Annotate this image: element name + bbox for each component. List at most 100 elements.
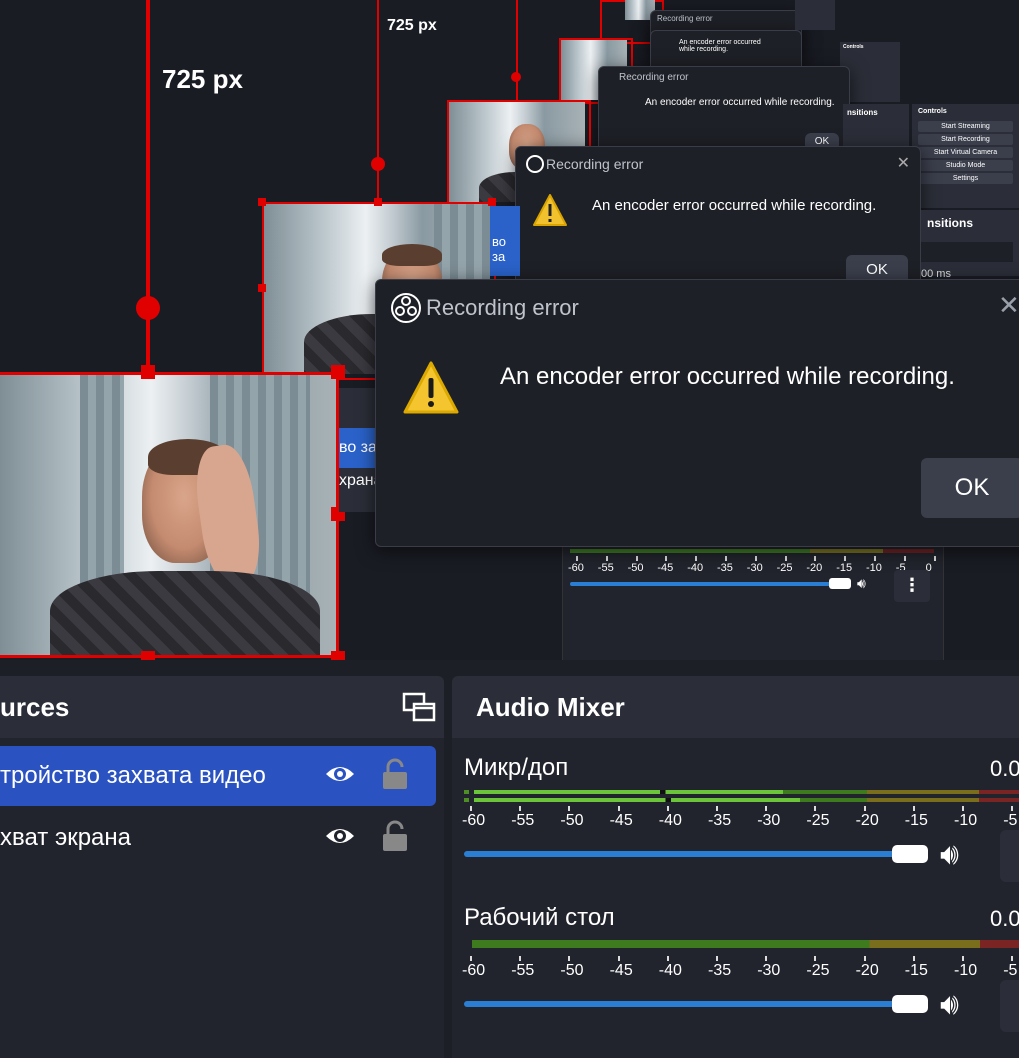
meter-tick-label: -50	[560, 962, 584, 979]
preview-canvas[interactable]: Recording error An encoder error occurre…	[0, 0, 1019, 660]
mini-controls-heading: Controls	[918, 108, 947, 115]
meter-tick-mark	[665, 556, 668, 561]
nested-dialog-3: Recording error An encoder error occurre…	[598, 66, 850, 156]
channel-level-mic: 0.0	[990, 756, 1019, 781]
nested-dialog-message: An encoder error occurred while recordin…	[645, 97, 835, 108]
meter-tick-mark	[470, 956, 472, 961]
speaker-icon[interactable]: 🔊︎	[940, 988, 959, 1022]
nested-source-strip: во за	[490, 206, 520, 276]
meter-tick-label: -55	[511, 962, 535, 979]
meter-mic-bottom	[464, 798, 1019, 802]
channel-name-mic: Микр/доп	[464, 754, 569, 781]
nested-dialog-title: Recording error	[546, 156, 644, 172]
meter-tick-mark	[617, 806, 620, 811]
meter-tick-label: -35	[708, 812, 732, 829]
meter-tick-mark	[1011, 806, 1014, 811]
nested-dialog-title: Recording error	[657, 14, 713, 23]
eye-icon[interactable]	[324, 824, 356, 848]
close-icon[interactable]: ✕	[998, 290, 1019, 321]
resize-handle-bottom[interactable]	[141, 651, 155, 660]
meter-tick-label: -15	[904, 962, 928, 979]
nested-source-item: храна	[339, 472, 379, 489]
mini-start-recording: Start Recording	[918, 134, 1013, 145]
rotation-handle-3	[511, 72, 521, 82]
meter-tick-label: -10	[954, 812, 978, 829]
source-item-screen-capture[interactable]: хват экрана	[0, 808, 436, 866]
camera-feed	[0, 375, 336, 655]
meter-mic-top	[464, 790, 1019, 794]
volume-slider-mic[interactable]	[464, 851, 904, 857]
mini-controls-heading: Controls	[843, 44, 864, 50]
close-icon: ✕	[896, 155, 910, 172]
audio-mixer-dock: Audio Mixer Микр/доп 0.0 -60 -55 -50 -45 -40…	[452, 676, 1019, 1058]
meter-tick-label: -20	[806, 562, 823, 574]
sources-dock: urces тройство захвата видео хват экрана	[0, 676, 444, 1058]
meter-tick-label: -10	[954, 962, 978, 979]
meter-tick-mark	[725, 556, 727, 561]
meter-tick-label: -15	[836, 562, 853, 574]
volume-knob-mic[interactable]	[892, 845, 928, 863]
resize-handle-top[interactable]	[141, 365, 155, 379]
eye-icon[interactable]	[324, 762, 356, 786]
meter-tick-label: -60	[462, 962, 486, 979]
sources-title: urces	[0, 692, 70, 722]
meter-tick-label: -10	[866, 562, 882, 574]
meter-tick-label: -60	[462, 812, 486, 829]
source-item-video-capture[interactable]: тройство захвата видео	[0, 746, 436, 806]
nested-dialog-2: Recording error ✕ An encoder error occur…	[515, 146, 921, 286]
lock-icon[interactable]	[382, 758, 408, 790]
mini-studio-mode: Studio Mode	[918, 160, 1013, 171]
channel-name-desktop: Рабочий стол	[464, 904, 615, 931]
volume-knob-desktop[interactable]	[892, 995, 928, 1013]
ok-button[interactable]: OK	[921, 458, 1019, 518]
meter-tick-mark	[695, 556, 698, 561]
meter-tick-mark	[617, 956, 620, 961]
rotation-handle-main	[136, 296, 160, 320]
meter-tick-label: -55	[597, 562, 614, 574]
meter-tick-mark	[765, 956, 768, 961]
meter-tick-label: -30	[757, 812, 781, 829]
audio-mixer-title: Audio Mixer	[476, 692, 625, 722]
meter-tick-mark	[903, 556, 906, 561]
meter-tick-label: -45	[657, 562, 674, 574]
meter-tick-label: -40	[687, 562, 704, 574]
nested-volume-slider	[570, 582, 834, 586]
meter-tick-mark	[962, 806, 964, 811]
meter-tick-label: -25	[806, 962, 830, 979]
meter-tick-label: -50	[627, 562, 644, 574]
mini-settings: Settings	[918, 173, 1013, 184]
meter-tick-mark	[716, 956, 718, 961]
rotation-handle-2	[371, 157, 385, 171]
meter-tick-label: -60	[568, 562, 584, 574]
meter-ticks-mic: -60 -55 -50 -45 -40 -35 -30 -25 -20 -15 -10 -5	[462, 806, 1019, 834]
meter-tick-mark	[635, 556, 638, 561]
meter-tick-label: -30	[757, 962, 781, 979]
volume-slider-desktop[interactable]	[464, 1001, 904, 1007]
meter-tick-label: -5	[1003, 812, 1018, 829]
mini-controls-mid: Controls Start Streaming Start Recording…	[912, 104, 1019, 208]
channel-menu-button[interactable]	[1000, 980, 1019, 1032]
meter-tick-label: -40	[658, 812, 682, 829]
nested-speaker-icon: 🔊︎	[857, 575, 866, 591]
lock-icon[interactable]	[382, 820, 408, 852]
meter-tick-mark	[962, 956, 964, 961]
meter-tick-label: -55	[511, 812, 535, 829]
speaker-icon[interactable]: 🔊︎	[940, 838, 959, 872]
channel-menu-button[interactable]	[1000, 830, 1019, 882]
meter-tick-label: -15	[904, 812, 928, 829]
meter-tick-mark	[844, 556, 847, 561]
vertical-guide-3	[516, 0, 518, 102]
resize-handle-top-right[interactable]	[331, 365, 345, 379]
nested-volume-knob	[829, 578, 851, 589]
mini-start-streaming: Start Streaming	[918, 121, 1013, 132]
meter-tick-mark	[933, 556, 936, 561]
warning-icon	[533, 194, 567, 226]
mini-start-virtual-camera: Start Virtual Camera	[918, 147, 1013, 158]
meter-tick-label: -20	[855, 962, 879, 979]
resize-handle-bottom-right[interactable]	[331, 651, 345, 660]
undock-icon[interactable]	[402, 690, 436, 724]
meter-tick-mark	[814, 956, 817, 961]
meter-tick-label: -20	[855, 812, 879, 829]
recording-error-dialog: Recording error ✕ An encoder error occur…	[375, 279, 1019, 547]
nested-meter	[570, 549, 934, 553]
